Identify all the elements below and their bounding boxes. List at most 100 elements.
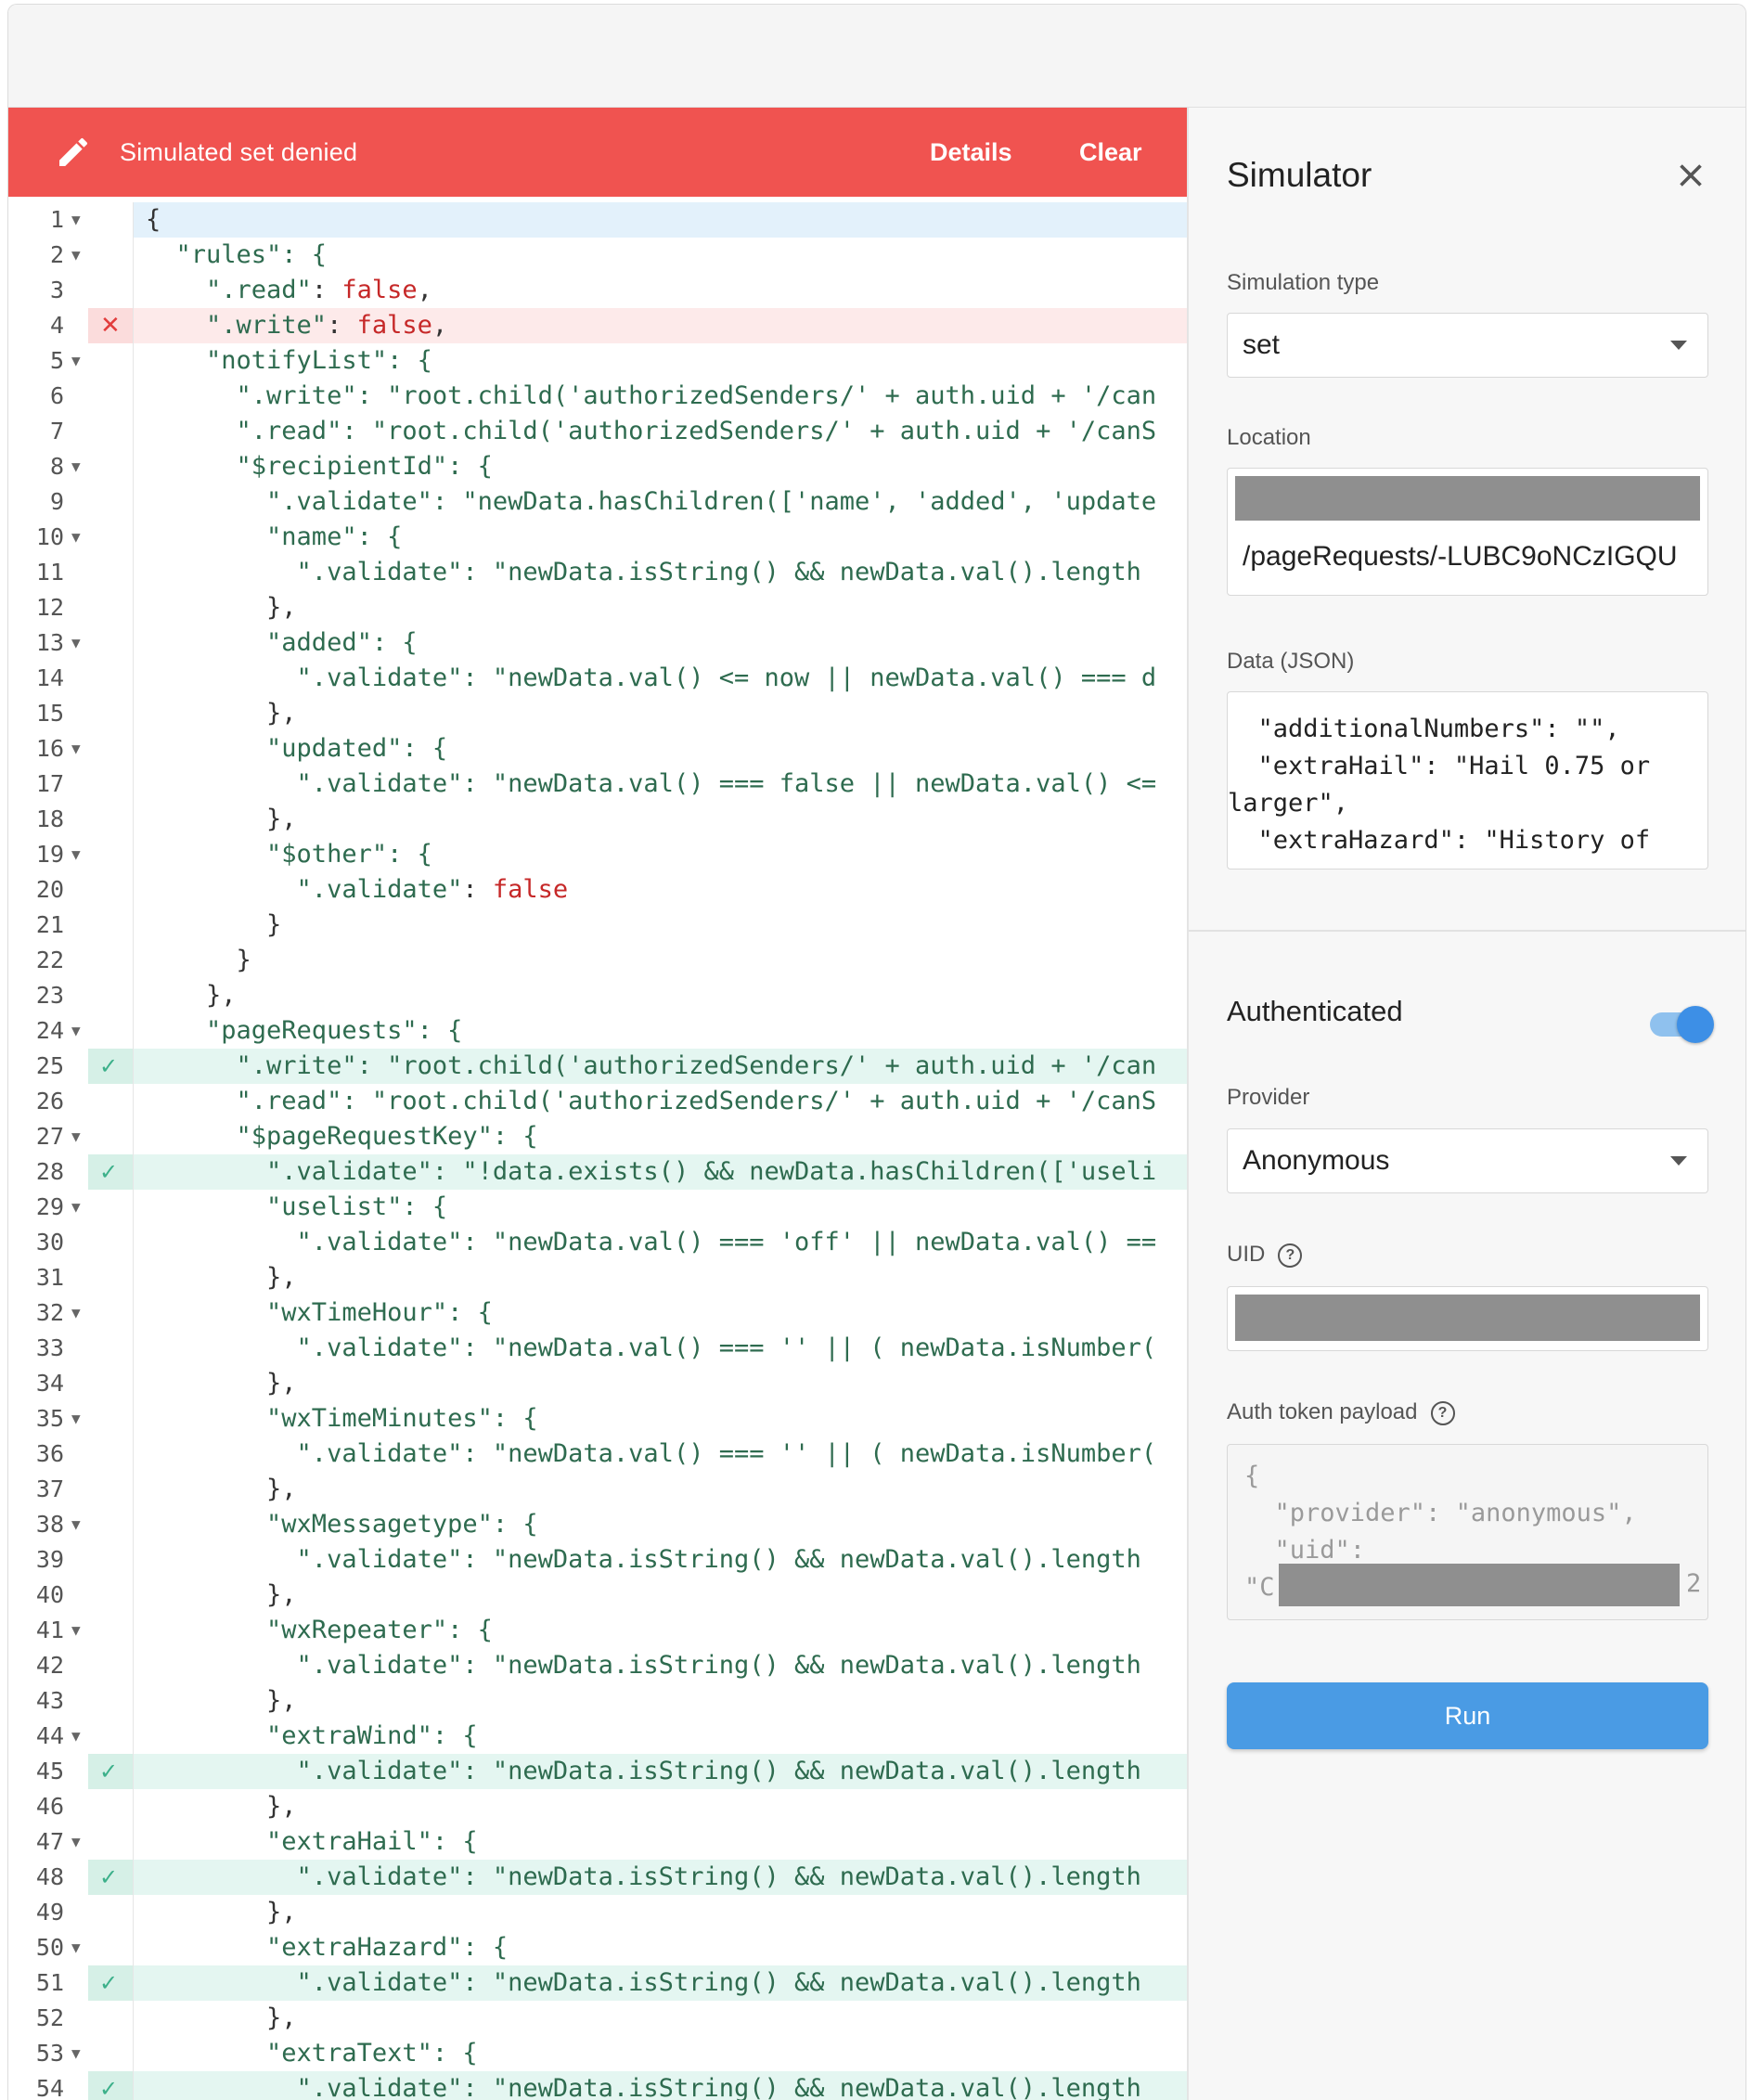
fold-arrow-icon[interactable]: ▼ bbox=[71, 1119, 81, 1154]
code-line[interactable]: 13 ▼ "added": { bbox=[8, 625, 1187, 661]
data-json-lines: "additionalNumbers": "", "extraHail": "H… bbox=[1228, 711, 1707, 859]
code-line[interactable]: 45 ".validate": "newData.isString() && n… bbox=[8, 1754, 1187, 1789]
code-line[interactable]: 22 } bbox=[8, 943, 1187, 978]
code-line[interactable]: 35 ▼ "wxTimeMinutes": { bbox=[8, 1401, 1187, 1437]
fold-arrow-icon[interactable]: ▼ bbox=[71, 1507, 81, 1542]
code-line[interactable]: 9 ".validate": "newData.hasChildren(['na… bbox=[8, 484, 1187, 520]
code-line[interactable]: 7 ".read": "root.child('authorizedSender… bbox=[8, 414, 1187, 449]
line-gutter: 47 ▼ bbox=[8, 1824, 133, 1860]
code-line[interactable]: 6 ".write": "root.child('authorizedSende… bbox=[8, 379, 1187, 414]
code-line[interactable]: 4 ".write": false, bbox=[8, 308, 1187, 343]
fold-arrow-icon[interactable]: ▼ bbox=[71, 202, 81, 238]
data-json-textarea[interactable]: "additionalNumbers": "", "extraHail": "H… bbox=[1227, 691, 1708, 870]
line-text: }, bbox=[266, 1263, 297, 1292]
code-line[interactable]: 25 ".write": "root.child('authorizedSend… bbox=[8, 1049, 1187, 1084]
code-line[interactable]: 28 ".validate": "!data.exists() && newDa… bbox=[8, 1154, 1187, 1190]
code-line[interactable]: 52 }, bbox=[8, 2001, 1187, 2036]
code-line[interactable]: 20 ".validate": false bbox=[8, 872, 1187, 908]
code-line[interactable]: 51 ".validate": "newData.isString() && n… bbox=[8, 1965, 1187, 2001]
code-line[interactable]: 14 ".validate": "newData.val() <= now ||… bbox=[8, 661, 1187, 696]
line-number: 3 bbox=[49, 277, 64, 303]
clear-button[interactable]: Clear bbox=[1079, 128, 1142, 176]
code-line[interactable]: 42 ".validate": "newData.isString() && n… bbox=[8, 1648, 1187, 1683]
code-line[interactable]: 53 ▼ "extraText": { bbox=[8, 2036, 1187, 2071]
fold-arrow-icon[interactable]: ▼ bbox=[71, 520, 81, 555]
details-button[interactable]: Details bbox=[930, 128, 1012, 176]
fold-arrow-icon[interactable]: ▼ bbox=[71, 1930, 81, 1965]
fold-arrow-icon[interactable]: ▼ bbox=[71, 1824, 81, 1860]
code-line[interactable]: 8 ▼ "$recipientId": { bbox=[8, 449, 1187, 484]
code-line[interactable]: 16 ▼ "updated": { bbox=[8, 731, 1187, 767]
code-line[interactable]: 37 }, bbox=[8, 1472, 1187, 1507]
help-icon[interactable]: ? bbox=[1278, 1243, 1303, 1268]
line-gutter: 26 bbox=[8, 1084, 133, 1119]
code-line[interactable]: 47 ▼ "extraHail": { bbox=[8, 1824, 1187, 1860]
code-line[interactable]: 39 ".validate": "newData.isString() && n… bbox=[8, 1542, 1187, 1578]
uid-field[interactable] bbox=[1227, 1286, 1708, 1351]
rules-editor[interactable]: Simulated set denied Details Clear 1 ▼{2 ▼… bbox=[8, 108, 1187, 2100]
code-line[interactable]: 18 }, bbox=[8, 802, 1187, 837]
code-line[interactable]: 3 ".read": false, bbox=[8, 273, 1187, 308]
fold-arrow-icon[interactable]: ▼ bbox=[71, 625, 81, 661]
code-line[interactable]: 36 ".validate": "newData.val() === '' ||… bbox=[8, 1437, 1187, 1472]
browser-window: Simulated set denied Details Clear 1 ▼{2 ▼… bbox=[7, 4, 1746, 2100]
code-line[interactable]: 27 ▼ "$pageRequestKey": { bbox=[8, 1119, 1187, 1154]
line-gutter: 32 ▼ bbox=[8, 1295, 133, 1331]
toggle-knob[interactable] bbox=[1677, 1006, 1714, 1043]
code-line[interactable]: 26 ".read": "root.child('authorizedSende… bbox=[8, 1084, 1187, 1119]
code-line[interactable]: 5 ▼ "notifyList": { bbox=[8, 343, 1187, 379]
code-line[interactable]: 24 ▼ "pageRequests": { bbox=[8, 1013, 1187, 1049]
code-line[interactable]: 49 }, bbox=[8, 1895, 1187, 1930]
provider-select[interactable]: Anonymous bbox=[1227, 1128, 1708, 1193]
help-icon[interactable]: ? bbox=[1430, 1400, 1455, 1425]
code-line[interactable]: 44 ▼ "extraWind": { bbox=[8, 1719, 1187, 1754]
code-line[interactable]: 31 }, bbox=[8, 1260, 1187, 1295]
gutter-marker bbox=[88, 1895, 133, 1930]
fold-arrow-icon[interactable]: ▼ bbox=[71, 238, 81, 273]
location-input[interactable]: /pageRequests/-LUBC9oNCzIGQU bbox=[1243, 534, 1678, 580]
code-line[interactable]: 23 }, bbox=[8, 978, 1187, 1013]
line-text: "$pageRequestKey": { bbox=[146, 1122, 538, 1151]
code-line[interactable]: 40 }, bbox=[8, 1578, 1187, 1613]
fold-arrow-icon[interactable]: ▼ bbox=[71, 1719, 81, 1754]
code-line[interactable]: 1 ▼{ bbox=[8, 202, 1187, 238]
code-line[interactable]: 43 }, bbox=[8, 1683, 1187, 1719]
close-icon[interactable] bbox=[1674, 159, 1707, 192]
code-line[interactable]: 21 } bbox=[8, 908, 1187, 943]
fold-arrow-icon[interactable]: ▼ bbox=[71, 837, 81, 872]
code-line[interactable]: 30 ".validate": "newData.val() === 'off'… bbox=[8, 1225, 1187, 1260]
code-line[interactable]: 54 ".validate": "newData.isString() && n… bbox=[8, 2071, 1187, 2100]
code-line[interactable]: 2 ▼ "rules": { bbox=[8, 238, 1187, 273]
code-line[interactable]: 15 }, bbox=[8, 696, 1187, 731]
code-line[interactable]: 34 }, bbox=[8, 1366, 1187, 1401]
code-line[interactable]: 10 ▼ "name": { bbox=[8, 520, 1187, 555]
line-number: 25 bbox=[35, 1052, 64, 1079]
code-line[interactable]: 38 ▼ "wxMessagetype": { bbox=[8, 1507, 1187, 1542]
fold-arrow-icon[interactable]: ▼ bbox=[71, 1295, 81, 1331]
code-line[interactable]: 32 ▼ "wxTimeHour": { bbox=[8, 1295, 1187, 1331]
code-line[interactable]: 50 ▼ "extraHazard": { bbox=[8, 1930, 1187, 1965]
fold-arrow-icon[interactable]: ▼ bbox=[71, 731, 81, 767]
code-line[interactable]: 41 ▼ "wxRepeater": { bbox=[8, 1613, 1187, 1648]
code-line[interactable]: 33 ".validate": "newData.val() === '' ||… bbox=[8, 1331, 1187, 1366]
code-line[interactable]: 11 ".validate": "newData.isString() && n… bbox=[8, 555, 1187, 590]
line-text: ".write": false, bbox=[146, 311, 448, 340]
location-field[interactable]: /pageRequests/-LUBC9oNCzIGQU bbox=[1227, 468, 1708, 596]
code-line[interactable]: 17 ".validate": "newData.val() === false… bbox=[8, 767, 1187, 802]
fold-arrow-icon[interactable]: ▼ bbox=[71, 1613, 81, 1648]
code-line[interactable]: 19 ▼ "$other": { bbox=[8, 837, 1187, 872]
gutter-marker bbox=[88, 1225, 133, 1260]
fold-arrow-icon[interactable]: ▼ bbox=[71, 1401, 81, 1437]
fold-arrow-icon[interactable]: ▼ bbox=[71, 343, 81, 379]
code-line[interactable]: 29 ▼ "uselist": { bbox=[8, 1190, 1187, 1225]
code-line[interactable]: 12 }, bbox=[8, 590, 1187, 625]
code-line[interactable]: 46 }, bbox=[8, 1789, 1187, 1824]
line-gutter: 53 ▼ bbox=[8, 2036, 133, 2071]
simulation-type-select[interactable]: set bbox=[1227, 313, 1708, 378]
fold-arrow-icon[interactable]: ▼ bbox=[71, 449, 81, 484]
run-button[interactable]: Run bbox=[1227, 1682, 1708, 1749]
code-line[interactable]: 48 ".validate": "newData.isString() && n… bbox=[8, 1860, 1187, 1895]
fold-arrow-icon[interactable]: ▼ bbox=[71, 2036, 81, 2071]
fold-arrow-icon[interactable]: ▼ bbox=[71, 1013, 81, 1049]
fold-arrow-icon[interactable]: ▼ bbox=[71, 1190, 81, 1225]
